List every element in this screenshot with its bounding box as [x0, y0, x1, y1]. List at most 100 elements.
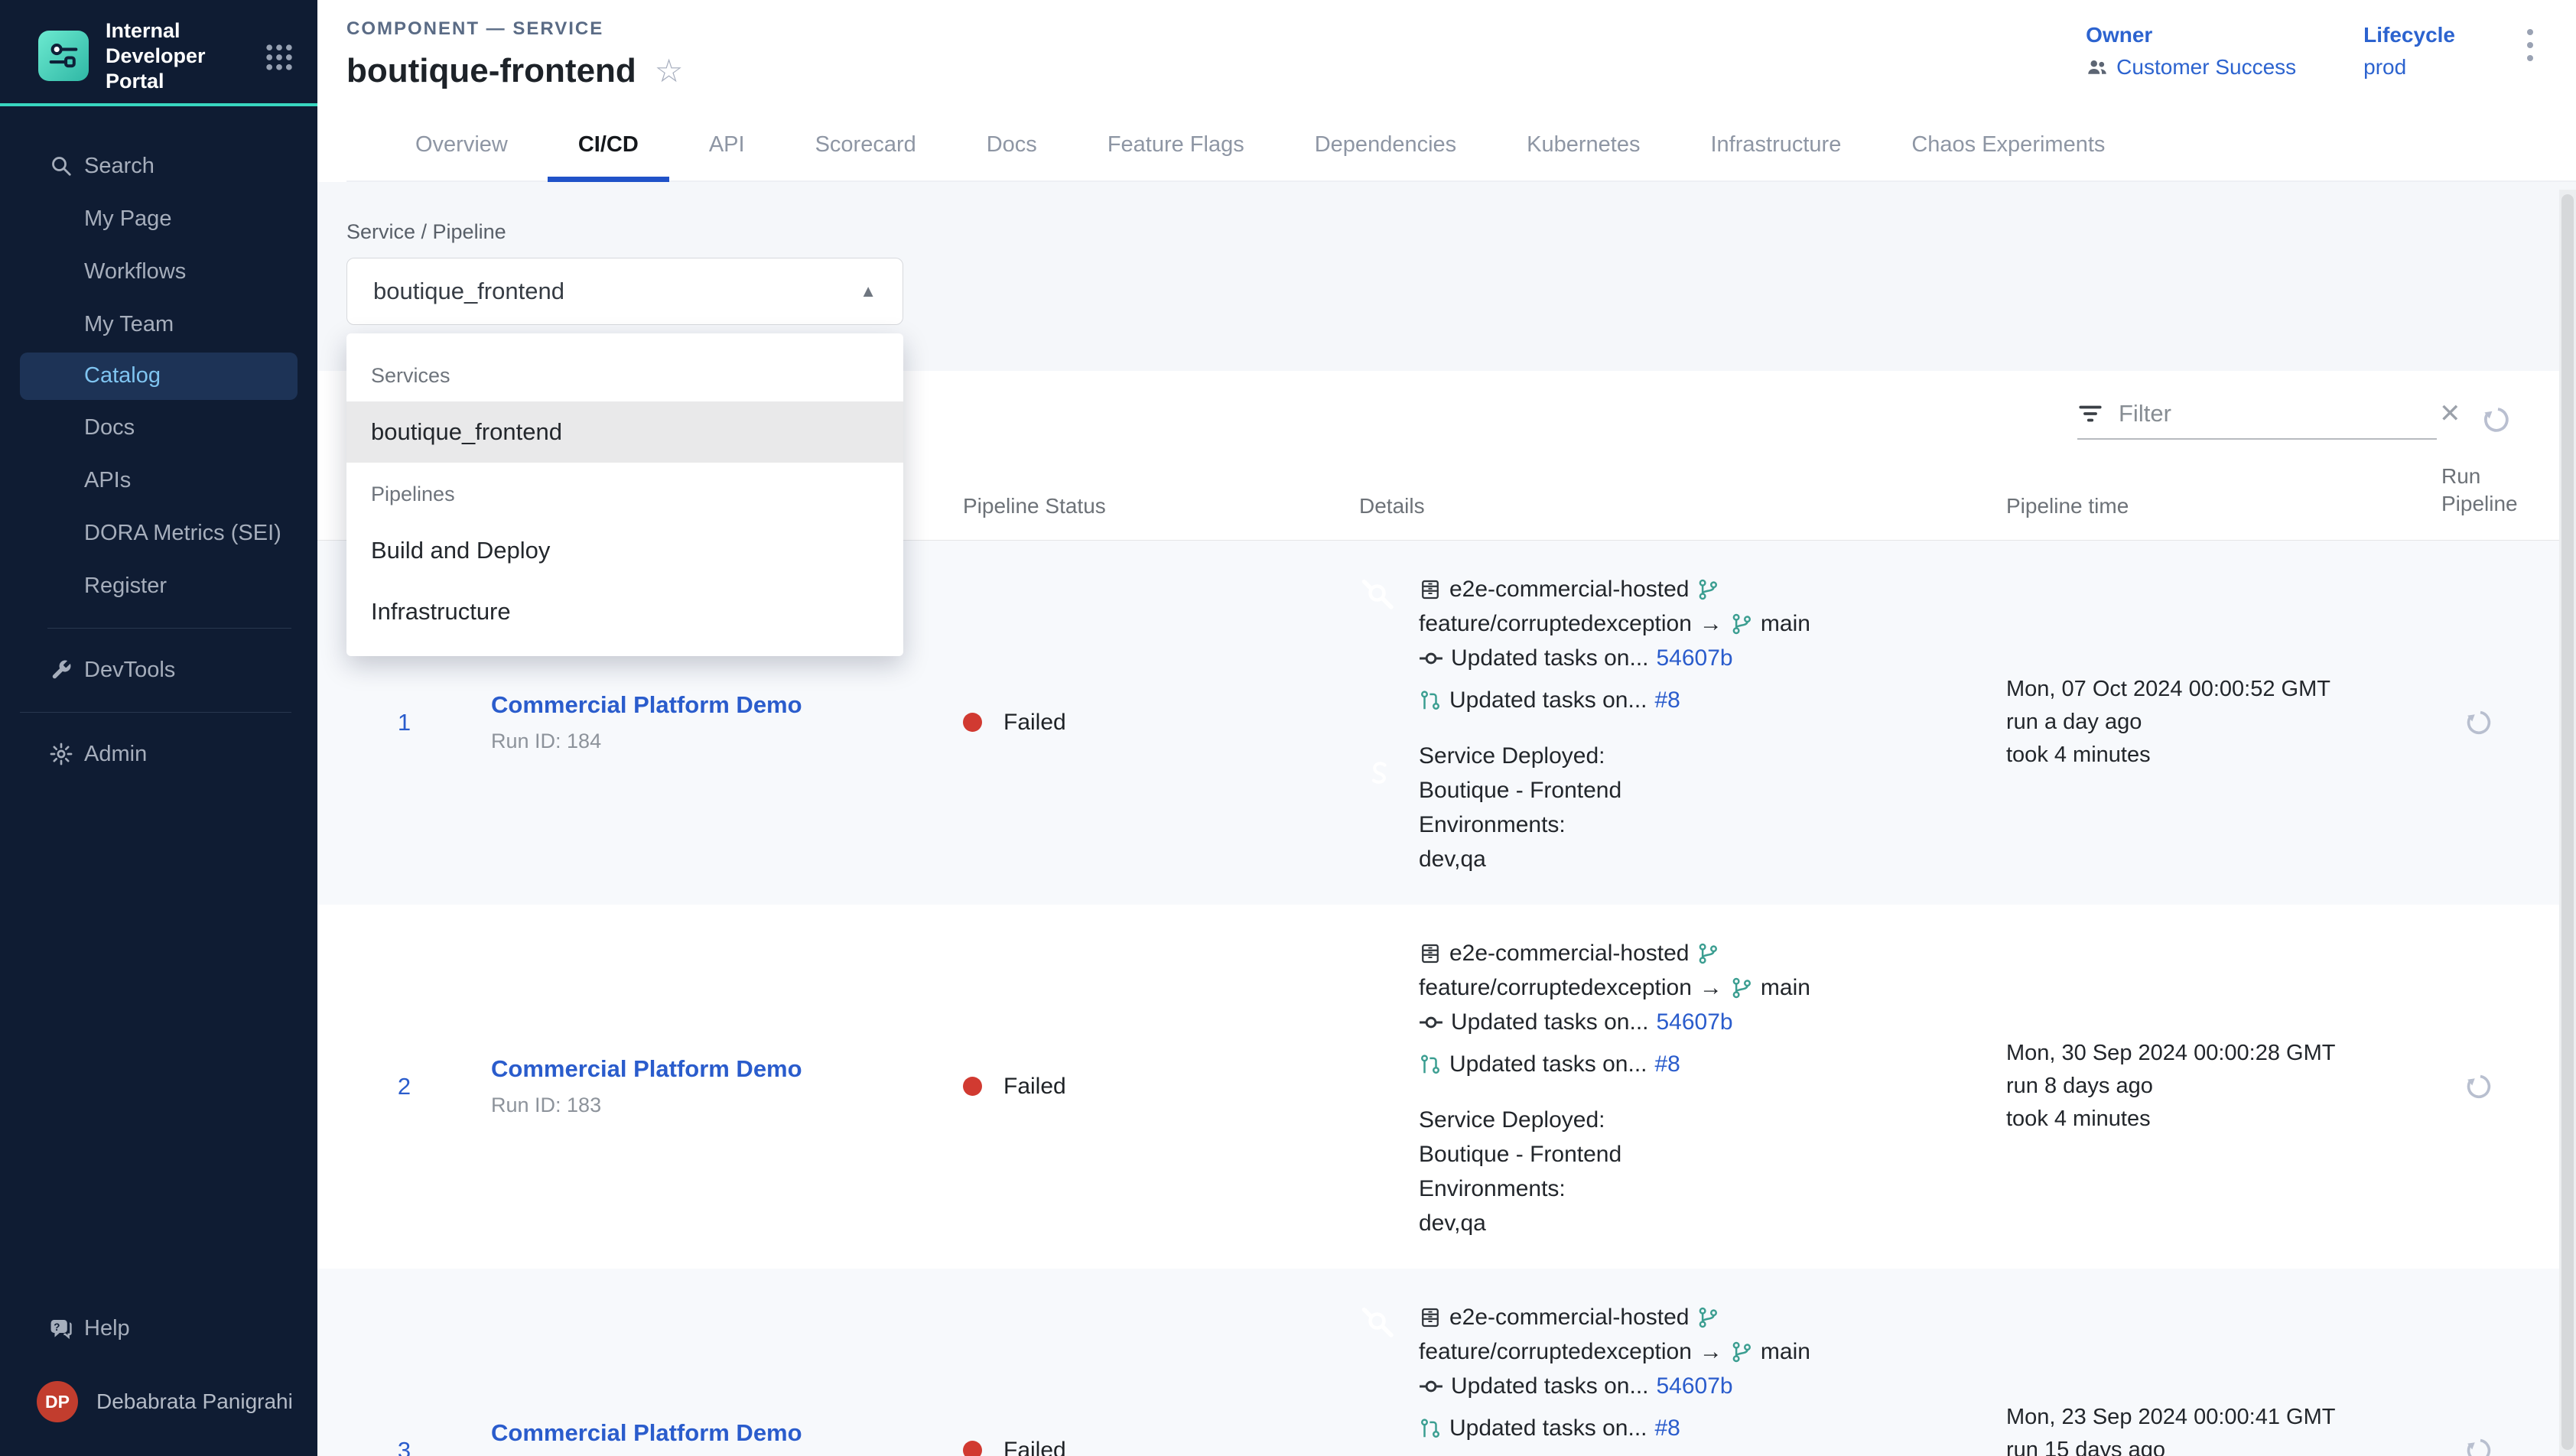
pipeline-time: Mon, 07 Oct 2024 00:00:52 GMT run a day …: [2006, 677, 2441, 768]
sidebar-nav: Search My Page Workflows My Team Catalog…: [0, 106, 317, 781]
tab-dependencies[interactable]: Dependencies: [1280, 109, 1491, 180]
sidebar-item-register[interactable]: Register: [0, 560, 317, 613]
run-ago: run 15 days ago: [2006, 1438, 2441, 1456]
pipeline-name-link[interactable]: Commercial Platform Demo: [491, 1055, 963, 1083]
environments-value: dev,qa: [1419, 1209, 1621, 1238]
status-text: Failed: [1003, 710, 1066, 736]
sidebar-item-label: Docs: [84, 415, 135, 440]
tab-bar: Overview CI/CD API Scorecard Docs Featur…: [346, 109, 2576, 182]
sidebar-item-label: Search: [84, 154, 154, 179]
rerun-icon: [2463, 1069, 2498, 1104]
sidebar-item-dora-metrics[interactable]: DORA Metrics (SEI): [0, 507, 317, 560]
component-header: COMPONENT — SERVICE boutique-frontend ☆ …: [317, 0, 2576, 182]
owner-label: Owner: [2086, 23, 2296, 47]
help-chat-icon: [47, 1316, 75, 1342]
vertical-scrollbar[interactable]: [2559, 190, 2576, 1456]
sidebar-item-workflows[interactable]: Workflows: [0, 245, 317, 298]
sidebar-item-search[interactable]: Search: [0, 140, 317, 193]
sidebar-item-my-team[interactable]: My Team: [0, 298, 317, 351]
tab-feature-flags[interactable]: Feature Flags: [1072, 109, 1280, 180]
favorite-star-icon[interactable]: ☆: [655, 55, 684, 87]
reset-icon: [2480, 401, 2516, 438]
tab-cicd[interactable]: CI/CD: [543, 109, 674, 180]
table-row: 3 Commercial Platform Demo Run ID: 182 F…: [317, 1269, 2576, 1456]
run-details: e2e-commercial-hosted feature/corruptede…: [1359, 1269, 2006, 1456]
run-timestamp: Mon, 07 Oct 2024 00:00:52 GMT: [2006, 677, 2441, 702]
scrollbar-thumb[interactable]: [2561, 194, 2574, 1450]
reload-table-button[interactable]: [2480, 401, 2516, 438]
git-branch-icon: [1730, 977, 1753, 999]
table-row: 2 Commercial Platform Demo Run ID: 183 F…: [317, 905, 2576, 1269]
deploy-title: Service Deployed:: [1419, 1106, 1621, 1135]
sidebar-item-docs[interactable]: Docs: [0, 401, 317, 454]
dropdown-option-build-and-deploy[interactable]: Build and Deploy: [346, 520, 903, 581]
status-text: Failed: [1003, 1438, 1066, 1456]
pr-link[interactable]: #8: [1655, 1415, 1680, 1442]
deploy-service: Boutique - Frontend: [1419, 1140, 1621, 1169]
sidebar-item-admin[interactable]: Admin: [0, 728, 317, 781]
dropdown-option-boutique-frontend[interactable]: boutique_frontend: [346, 401, 903, 463]
git-commit-icon: [1419, 1010, 1443, 1035]
row-index: 1: [398, 709, 411, 736]
dropdown-group-pipelines: Pipelines: [346, 463, 903, 520]
source-branch: feature/corruptedexception: [1419, 974, 1692, 1002]
pipeline-name-link[interactable]: Commercial Platform Demo: [491, 691, 963, 719]
pipeline-name-link[interactable]: Commercial Platform Demo: [491, 1419, 963, 1447]
sidebar-item-label: My Team: [84, 312, 174, 337]
sidebar-item-my-page[interactable]: My Page: [0, 193, 317, 245]
clear-filter-icon[interactable]: ✕: [2439, 401, 2461, 427]
owner-link[interactable]: Customer Success: [2116, 55, 2296, 80]
tab-docs[interactable]: Docs: [951, 109, 1072, 180]
ci-stage-icon: [1359, 1304, 1400, 1442]
lifecycle-block: Lifecycle prod: [2363, 23, 2455, 80]
filter-input[interactable]: [2119, 400, 2424, 427]
run-timestamp: Mon, 30 Sep 2024 00:00:28 GMT: [2006, 1041, 2441, 1066]
select-value: boutique_frontend: [373, 278, 860, 305]
cd-stage-icon: [1359, 751, 1400, 874]
tab-overview[interactable]: Overview: [380, 109, 543, 180]
sidebar-item-devtools[interactable]: DevTools: [0, 644, 317, 697]
failed-status-dot: [963, 1441, 982, 1456]
col-pipeline-status: Pipeline Status: [963, 494, 1359, 518]
gear-icon: [47, 742, 75, 766]
repo-name: e2e-commercial-hosted: [1449, 1304, 1689, 1331]
col-pipeline-time: Pipeline time: [2006, 494, 2441, 518]
sidebar-item-catalog[interactable]: Catalog: [20, 353, 298, 400]
commit-link[interactable]: 54607b: [1657, 645, 1733, 672]
service-pipeline-select[interactable]: boutique_frontend ▲: [346, 258, 903, 325]
deploy-service: Boutique - Frontend: [1419, 776, 1621, 805]
tab-chaos-experiments[interactable]: Chaos Experiments: [1876, 109, 2140, 180]
lifecycle-label: Lifecycle: [2363, 23, 2455, 47]
sidebar-item-apis[interactable]: APIs: [0, 454, 317, 507]
environments-value: dev,qa: [1419, 845, 1621, 874]
tab-kubernetes[interactable]: Kubernetes: [1491, 109, 1675, 180]
run-details: e2e-commercial-hosted feature/corruptede…: [1359, 905, 2006, 1269]
user-menu[interactable]: DP Debabrata Panigrahi: [0, 1355, 317, 1433]
sidebar: Internal Developer Portal Search My Page…: [0, 0, 317, 1456]
commit-link[interactable]: 54607b: [1657, 1009, 1733, 1036]
pr-link[interactable]: #8: [1655, 1051, 1680, 1078]
repository-icon: [1419, 942, 1442, 965]
pull-request-icon: [1419, 1417, 1442, 1440]
source-branch: feature/corruptedexception: [1419, 1338, 1692, 1366]
sidebar-item-help[interactable]: Help: [0, 1302, 317, 1355]
tab-scorecard[interactable]: Scorecard: [780, 109, 951, 180]
kebab-menu-icon[interactable]: [2522, 23, 2538, 67]
run-duration: took 4 minutes: [2006, 743, 2441, 768]
pipeline-time: Mon, 30 Sep 2024 00:00:28 GMT run 8 days…: [2006, 1041, 2441, 1132]
pr-link[interactable]: #8: [1655, 687, 1680, 714]
tab-api[interactable]: API: [674, 109, 780, 180]
ci-stage-icon: [1359, 940, 1400, 1078]
repo-name: e2e-commercial-hosted: [1449, 576, 1689, 603]
rerun-icon: [2463, 705, 2498, 740]
portal-logo: [38, 31, 89, 81]
apps-grid-icon[interactable]: [262, 41, 296, 74]
status-text: Failed: [1003, 1074, 1066, 1100]
failed-status-dot: [963, 1077, 982, 1096]
failed-status-dot: [963, 713, 982, 732]
tab-infrastructure[interactable]: Infrastructure: [1675, 109, 1876, 180]
commit-link[interactable]: 54607b: [1657, 1373, 1733, 1400]
repository-icon: [1419, 1306, 1442, 1329]
dropdown-option-infrastructure[interactable]: Infrastructure: [346, 581, 903, 642]
caret-up-icon: ▲: [860, 281, 877, 301]
